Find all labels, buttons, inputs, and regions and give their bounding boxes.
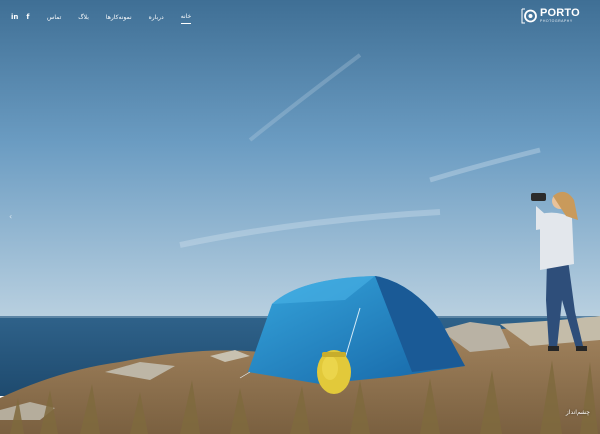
nav-item-home[interactable]: خانه (180, 12, 192, 24)
linkedin-icon[interactable]: in (11, 12, 18, 22)
site-logo[interactable]: PORTO PHOTOGRAPHY (521, 7, 580, 25)
facebook-icon[interactable]: f (26, 12, 29, 22)
nav-item-contact[interactable]: تماس (47, 13, 61, 23)
slide-caption: چشم‌انداز (565, 409, 590, 416)
nav-item-about[interactable]: درباره (149, 13, 164, 23)
camera-aperture-icon (521, 8, 537, 24)
logo-tagline: PHOTOGRAPHY (540, 19, 573, 24)
main-nav: تماس بلاگ نمونه‌کارها درباره خانه (47, 12, 192, 24)
hero-slide: in f تماس بلاگ نمونه‌کارها درباره خانه P… (0, 0, 600, 434)
hero-background-photo (0, 0, 600, 434)
header-bar: in f تماس بلاگ نمونه‌کارها درباره خانه P… (0, 0, 600, 34)
nav-item-blog[interactable]: بلاگ (78, 13, 89, 23)
slider-prev-arrow[interactable]: ‹ (9, 212, 12, 221)
social-links: in f (11, 12, 29, 22)
nav-item-portfolio[interactable]: نمونه‌کارها (106, 13, 132, 23)
logo-brand-text: PORTO (540, 7, 580, 20)
